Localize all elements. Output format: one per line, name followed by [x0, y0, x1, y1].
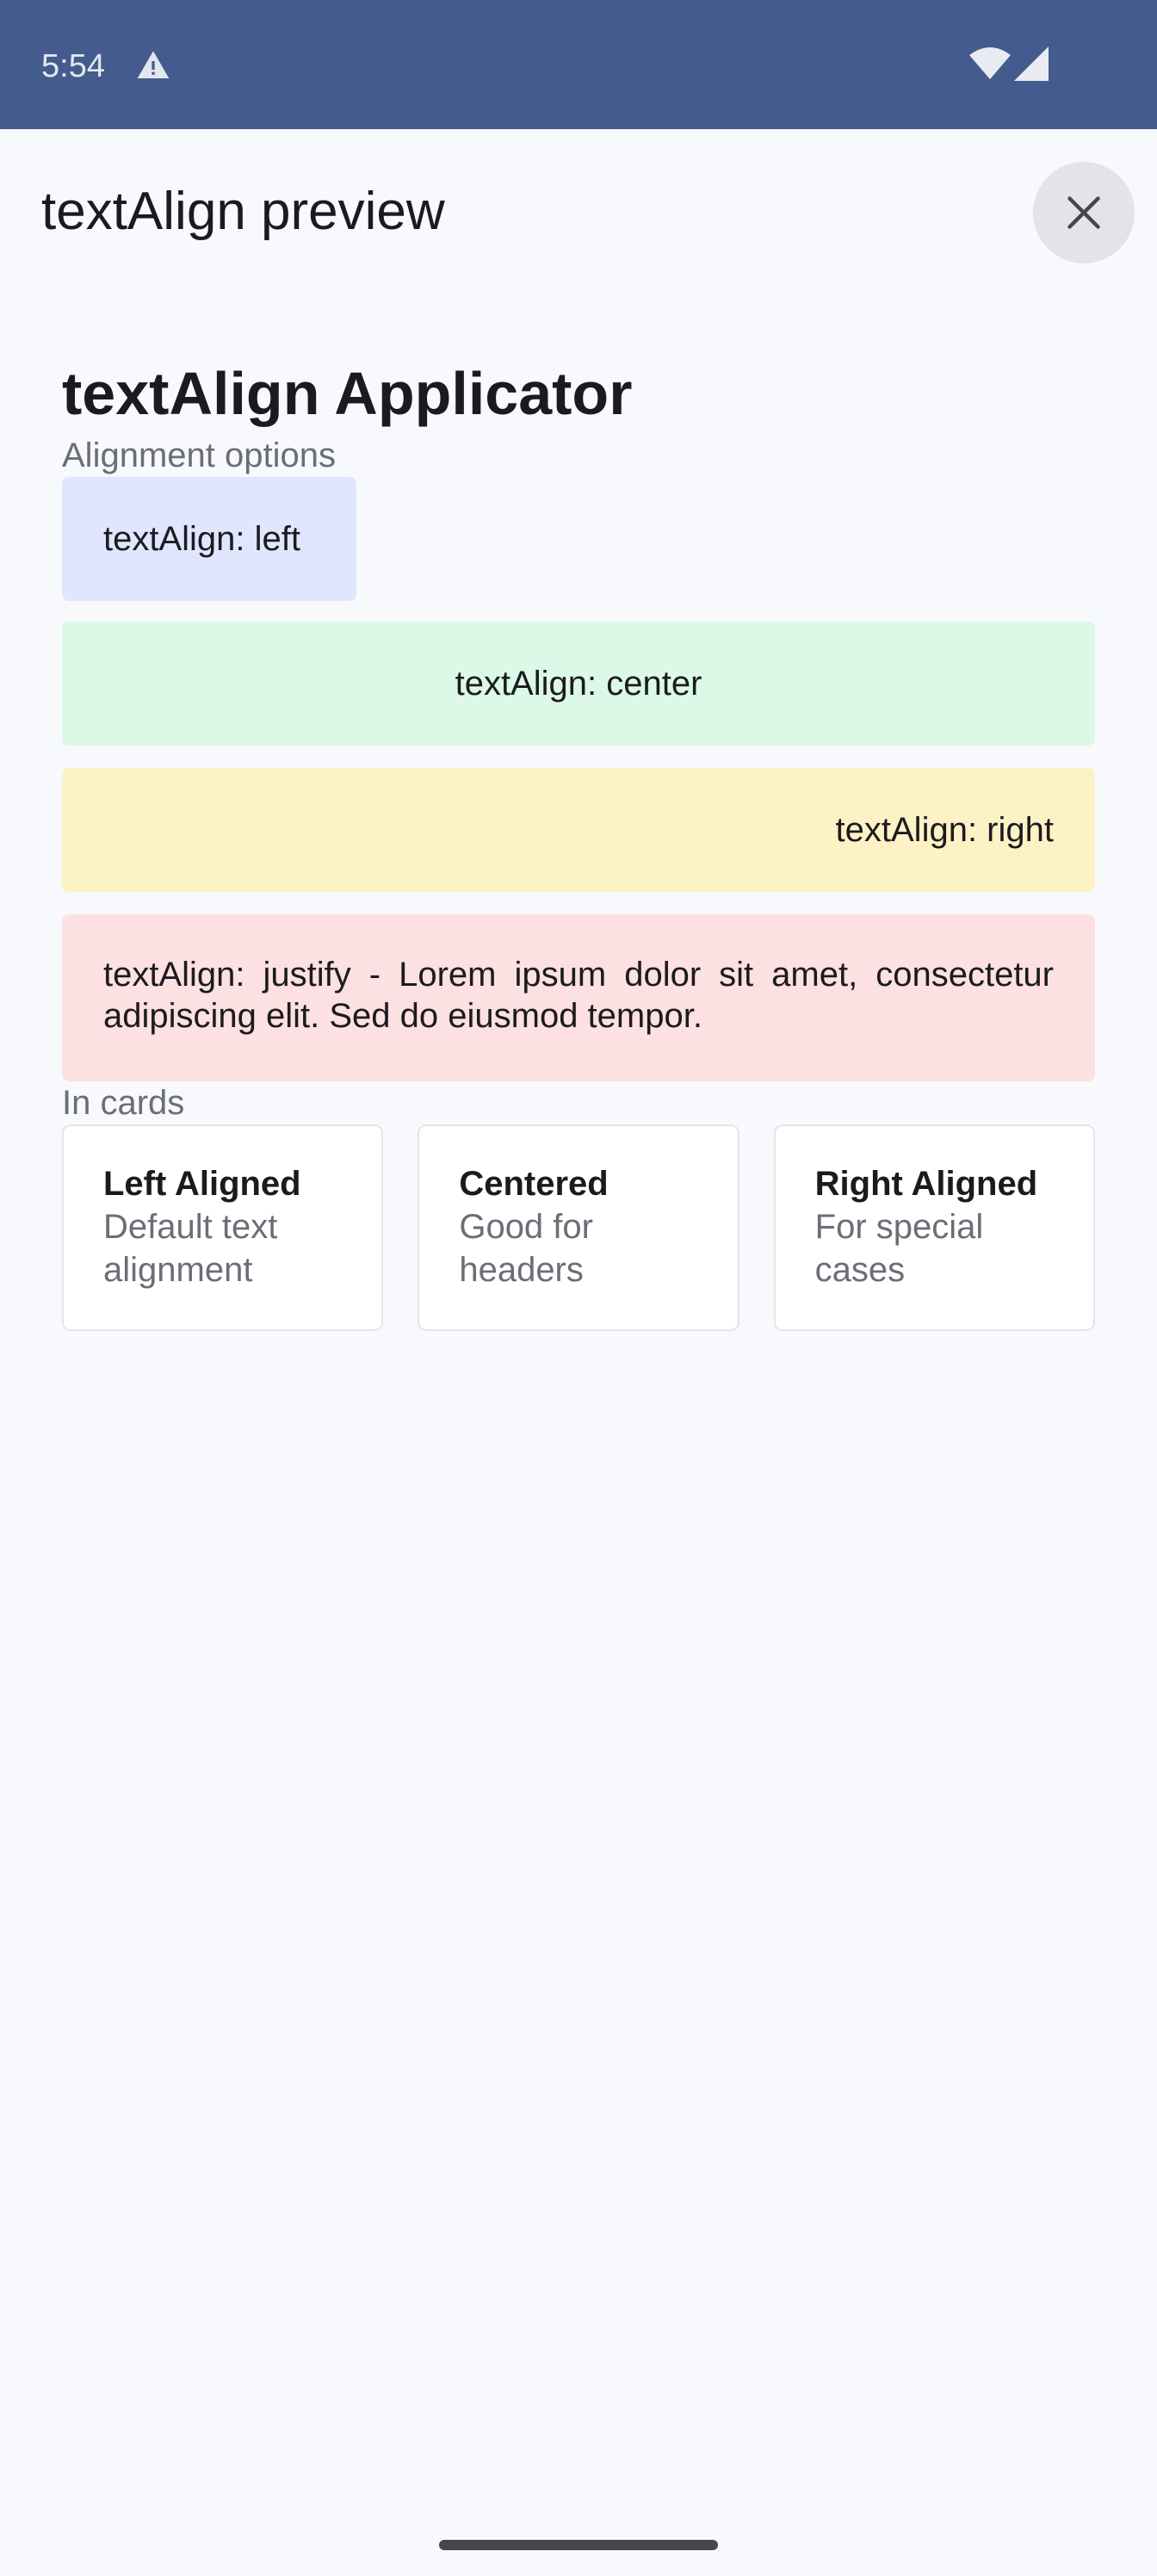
card-left-aligned: Left Aligned Default text alignment — [62, 1124, 384, 1331]
align-center-box: textAlign: center — [62, 622, 1095, 746]
main-content: textAlign Applicator Alignment options t… — [62, 353, 1095, 1331]
status-bar: 5:54 — [0, 0, 1157, 129]
signal-icon — [1014, 46, 1049, 81]
warning-icon — [137, 51, 170, 78]
page-title: textAlign preview — [41, 182, 445, 241]
align-left-box: textAlign: left — [62, 477, 356, 601]
status-time: 5:54 — [41, 48, 105, 84]
card-description: For special cases — [814, 1208, 984, 1289]
card-title: Left Aligned — [103, 1165, 301, 1203]
alignment-options-label: Alignment options — [62, 437, 336, 474]
app-bar: textAlign preview — [0, 129, 1157, 298]
align-right-text: textAlign: right — [835, 811, 1054, 849]
section-heading: textAlign Applicator — [62, 360, 633, 427]
align-left-text: textAlign: left — [103, 520, 301, 558]
align-center-text: textAlign: center — [455, 665, 702, 703]
card-description: Good for headers — [459, 1208, 593, 1289]
in-cards-label: In cards — [62, 1084, 185, 1122]
align-right-box: textAlign: right — [62, 768, 1095, 892]
card-title: Right Aligned — [814, 1165, 1038, 1203]
wifi-icon — [969, 47, 1011, 79]
close-icon — [1067, 196, 1100, 229]
card-description: Default text alignment — [103, 1208, 278, 1289]
close-button[interactable] — [1033, 162, 1135, 263]
align-justify-text: textAlign: justify - Lorem ipsum dolor s… — [103, 956, 1054, 1035]
home-indicator[interactable] — [439, 2540, 718, 2550]
align-justify-box: textAlign: justify - Lorem ipsum dolor s… — [62, 914, 1095, 1081]
card-right-aligned: Right Aligned For special cases — [773, 1124, 1095, 1331]
card-centered: Centered Good for headers — [418, 1124, 739, 1331]
cards-row: Left Aligned Default text alignment Cent… — [62, 1124, 1095, 1331]
card-title: Centered — [459, 1165, 609, 1203]
